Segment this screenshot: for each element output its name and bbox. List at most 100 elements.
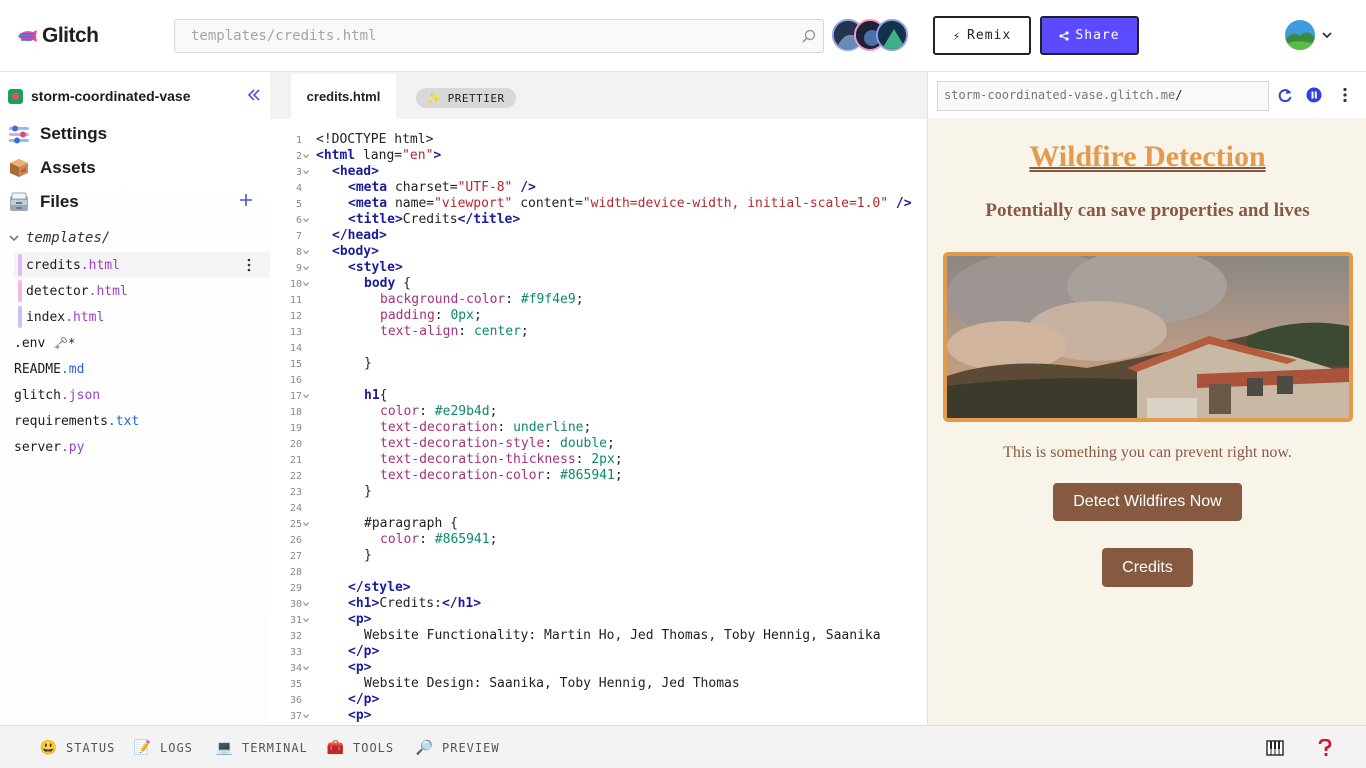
code-line[interactable]: 17 h1{: [270, 388, 927, 404]
detect-wildfires-button[interactable]: Detect Wildfires Now: [1053, 483, 1242, 521]
terminal-button[interactable]: 💻 TERMINAL: [216, 739, 308, 757]
code-line[interactable]: 1 <!DOCTYPE html>: [270, 132, 927, 148]
code-line[interactable]: 14: [270, 340, 927, 356]
search-input[interactable]: templates/credits.html: [174, 19, 824, 53]
line-number: 37: [289, 711, 302, 722]
code-text: </head>: [332, 228, 387, 243]
code-line[interactable]: 27}: [270, 548, 927, 564]
fold-chevron-icon[interactable]: [303, 281, 309, 287]
env-key-icon: 🗝️*: [53, 336, 76, 350]
code-line[interactable]: 15}: [270, 356, 927, 372]
code-line[interactable]: 32 Website Functionality: Martin Ho, Jed …: [270, 628, 927, 644]
code-line[interactable]: 19 text-decoration: underline;: [270, 420, 927, 436]
code-line[interactable]: 30 <h1>Credits:</h1>: [270, 596, 927, 612]
code-line[interactable]: 5 <meta name="viewport" content="width=de…: [270, 196, 927, 212]
url-path: /: [1175, 88, 1183, 102]
file-item-index[interactable]: index .html: [26, 304, 104, 330]
file-item-detector[interactable]: detector .html: [26, 278, 128, 304]
sidebar-item-assets[interactable]: Assets: [8, 154, 96, 182]
status-bar: 😃 STATUS 📝 LOGS 💻 TERMINAL 🧰 TOOLS 🔎 PRE…: [0, 725, 1366, 768]
preview-button[interactable]: 🔎 PREVIEW: [416, 739, 500, 757]
fold-chevron-icon[interactable]: [303, 617, 309, 623]
code-text: <html lang="en">: [316, 148, 442, 163]
collaborator-avatar[interactable]: [876, 19, 908, 51]
code-line[interactable]: 11 background-color: #f9f4e9;: [270, 292, 927, 308]
code-editor[interactable]: 1 <!DOCTYPE html> 2 <html lang="en"> 3 <head>…: [270, 119, 927, 725]
project-header[interactable]: storm-coordinated-vase: [8, 88, 190, 104]
file-item-credits[interactable]: credits .html: [26, 252, 120, 278]
file-item-env[interactable]: .env 🗝️*: [14, 330, 75, 356]
logs-button[interactable]: 📝 LOGS: [134, 739, 193, 757]
code-line[interactable]: 7 </head>: [270, 228, 927, 244]
code-line[interactable]: 26 color: #865941;: [270, 532, 927, 548]
code-line[interactable]: 6 <title>Credits</title>: [270, 212, 927, 228]
code-line[interactable]: 4 <meta charset="UTF-8" />: [270, 180, 927, 196]
fold-chevron-icon[interactable]: [303, 601, 309, 607]
code-line[interactable]: 36 </p>: [270, 692, 927, 708]
fold-chevron-icon[interactable]: [303, 153, 309, 159]
code-line[interactable]: 31 <p>: [270, 612, 927, 628]
file-ext: .html: [65, 309, 105, 325]
code-line[interactable]: 24: [270, 500, 927, 516]
sidebar-item-files[interactable]: Files: [8, 188, 79, 216]
code-line[interactable]: 21 text-decoration-thickness: 2px;: [270, 452, 927, 468]
glitch-logo[interactable]: Glitch: [16, 22, 99, 50]
code-line[interactable]: 3 <head>: [270, 164, 927, 180]
fold-chevron-icon[interactable]: [303, 265, 309, 271]
code-line[interactable]: 10 body {: [270, 276, 927, 292]
fold-chevron-icon[interactable]: [303, 169, 309, 175]
help-icon[interactable]: [1317, 739, 1333, 757]
code-line[interactable]: 34 <p>: [270, 660, 927, 676]
add-file-icon[interactable]: [238, 192, 254, 208]
line-number: 21: [289, 455, 302, 466]
code-line[interactable]: 8 <body>: [270, 244, 927, 260]
code-line[interactable]: 22 text-decoration-color: #865941;: [270, 468, 927, 484]
collapse-sidebar-icon[interactable]: [246, 87, 262, 103]
code-line[interactable]: 2 <html lang="en">: [270, 148, 927, 164]
code-line[interactable]: 28: [270, 564, 927, 580]
computer-icon: 💻: [215, 740, 235, 756]
refresh-icon[interactable]: [1277, 87, 1293, 103]
code-line[interactable]: 29 </style>: [270, 580, 927, 596]
tab-credits-html[interactable]: credits.html: [291, 74, 396, 119]
fold-chevron-icon[interactable]: [303, 521, 309, 527]
code-line[interactable]: 25 #paragraph {: [270, 516, 927, 532]
code-line[interactable]: 13 text-align: center;: [270, 324, 927, 340]
code-text: <h1>Credits:</h1>: [348, 596, 482, 611]
folder-templates[interactable]: templates/: [8, 230, 110, 246]
file-item-glitch-json[interactable]: glitch .json: [14, 382, 100, 408]
tools-button[interactable]: 🧰 TOOLS: [327, 739, 394, 757]
fold-chevron-icon[interactable]: [303, 249, 309, 255]
preview-url-field[interactable]: storm-coordinated-vase.glitch.me/: [937, 81, 1269, 111]
chevron-down-icon[interactable]: [1322, 30, 1332, 40]
code-line[interactable]: 18 color: #e29b4d;: [270, 404, 927, 420]
remix-button[interactable]: ⚡ Remix: [933, 16, 1031, 55]
fold-chevron-icon[interactable]: [303, 393, 309, 399]
code-line[interactable]: 20 text-decoration-style: double;: [270, 436, 927, 452]
file-item-requirements[interactable]: requirements .txt: [14, 408, 139, 434]
fold-chevron-icon[interactable]: [303, 217, 309, 223]
share-button[interactable]: Share: [1040, 16, 1139, 55]
fold-chevron-icon[interactable]: [303, 713, 309, 719]
user-avatar[interactable]: [1285, 20, 1315, 50]
code-line[interactable]: 33 </p>: [270, 644, 927, 660]
file-item-server[interactable]: server .py: [14, 434, 84, 460]
pause-icon[interactable]: [1306, 87, 1322, 103]
code-line[interactable]: 35 Website Design: Saanika, Toby Hennig, …: [270, 676, 927, 692]
credits-button[interactable]: Credits: [1102, 548, 1193, 587]
code-line[interactable]: 12 padding: 0px;: [270, 308, 927, 324]
code-line[interactable]: 16: [270, 372, 927, 388]
file-item-readme[interactable]: README .md: [14, 356, 84, 382]
keyboard-piano-icon[interactable]: [1266, 739, 1284, 757]
code-line[interactable]: 23}: [270, 484, 927, 500]
top-bar: Glitch templates/credits.html ⚡ Remix Sh…: [0, 0, 1366, 72]
more-options-icon[interactable]: [1337, 87, 1353, 103]
sidebar-item-settings[interactable]: Settings: [8, 120, 107, 148]
code-line[interactable]: 37 <p>: [270, 708, 927, 724]
status-button[interactable]: 😃 STATUS: [40, 739, 115, 757]
fold-chevron-icon[interactable]: [303, 665, 309, 671]
more-options-icon[interactable]: [246, 258, 252, 272]
code-line[interactable]: 9 <style>: [270, 260, 927, 276]
prettier-button[interactable]: ✨ PRETTIER: [416, 88, 516, 108]
code-text: <!DOCTYPE html>: [316, 132, 434, 147]
